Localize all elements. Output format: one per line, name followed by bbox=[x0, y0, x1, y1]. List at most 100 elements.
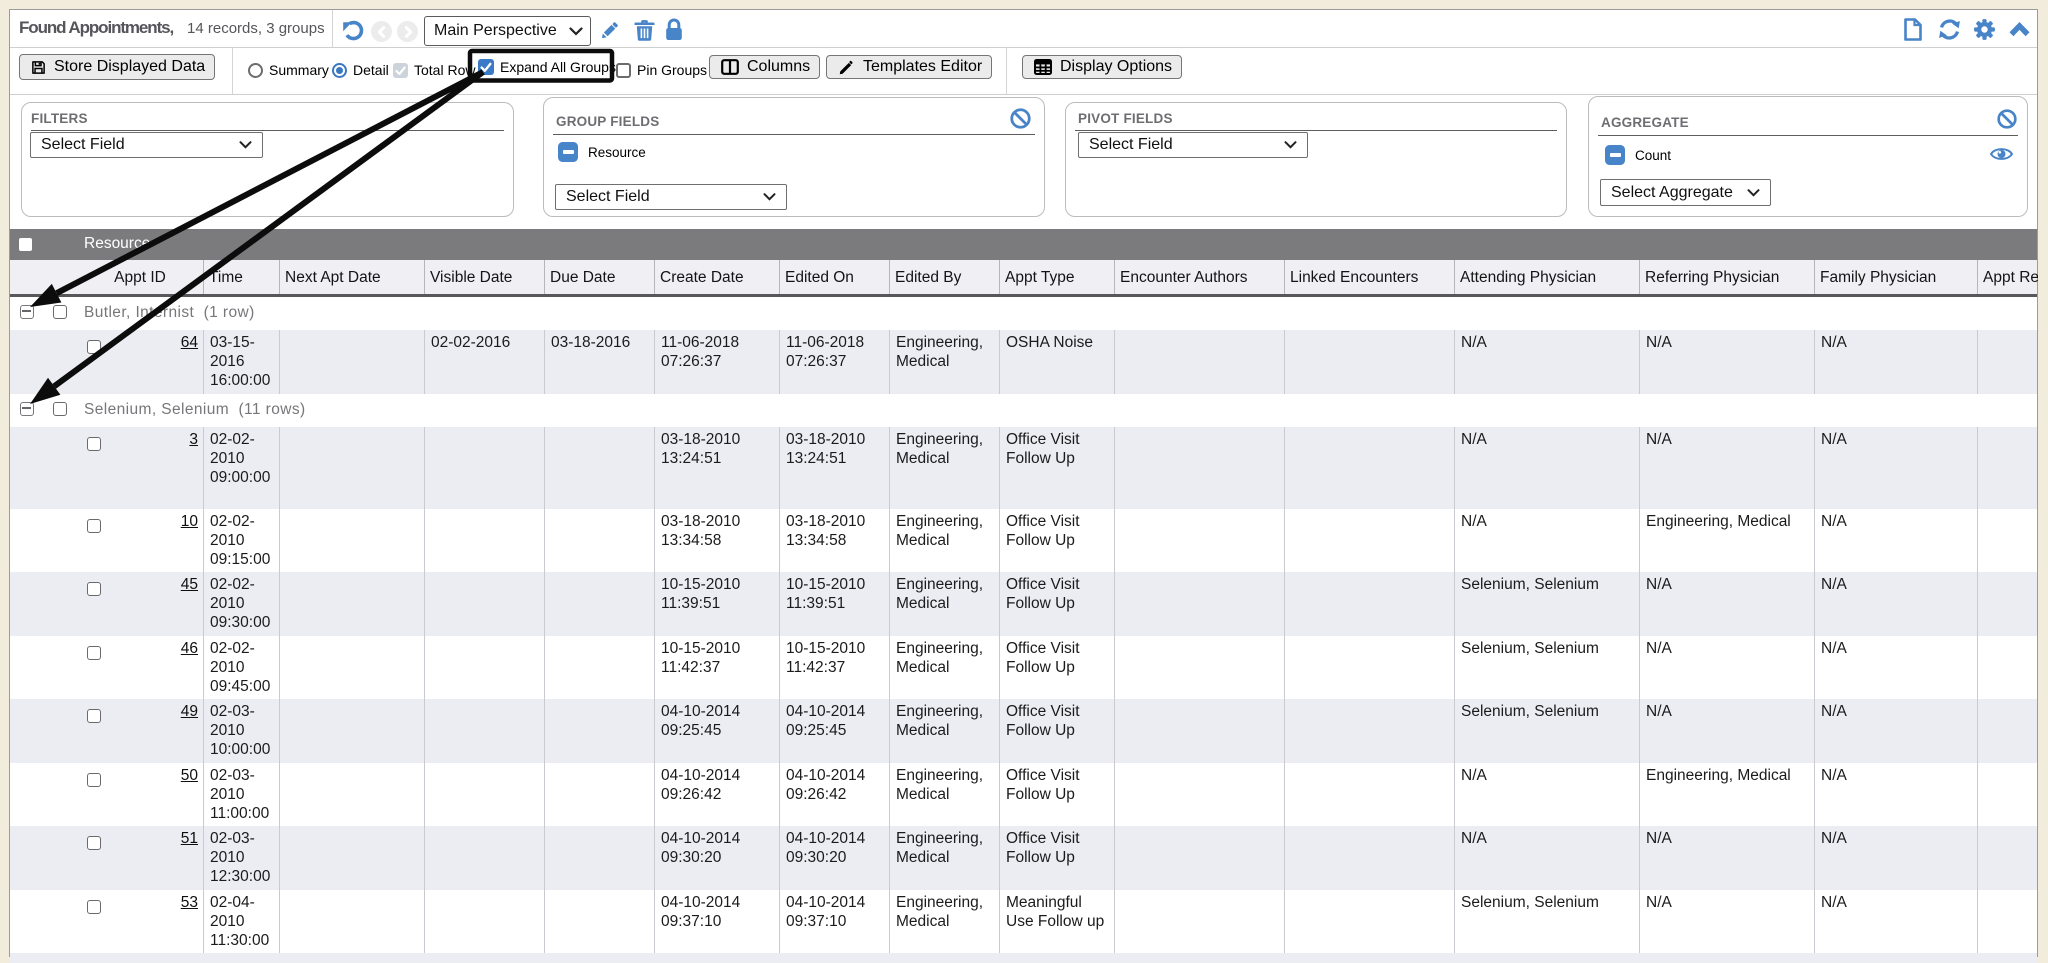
column-header-edited_by[interactable]: Edited By bbox=[890, 260, 1000, 294]
radio-selected-icon bbox=[332, 63, 347, 78]
refresh-icon[interactable] bbox=[1937, 17, 1962, 42]
row-checkbox[interactable] bbox=[87, 836, 101, 850]
cell-edited_by: Engineering, Medical bbox=[890, 763, 1000, 827]
store-displayed-data-button[interactable]: Store Displayed Data bbox=[19, 54, 215, 80]
save-floppy-icon bbox=[31, 60, 46, 75]
row-checkbox[interactable] bbox=[87, 646, 101, 660]
group-fields-panel: GROUP FIELDS Resource Select Field bbox=[543, 97, 1045, 217]
row-checkbox[interactable] bbox=[87, 340, 101, 354]
column-header-next_apt[interactable]: Next Apt Date bbox=[280, 260, 425, 294]
column-header-due[interactable]: Due Date bbox=[545, 260, 655, 294]
perspective-select[interactable]: Main Perspective bbox=[424, 16, 591, 46]
aggregate-select[interactable]: Select Aggregate bbox=[1600, 179, 1771, 206]
cell-referring: Engineering, Medical bbox=[1640, 509, 1815, 573]
total-row-checkbox[interactable]: Total Row bbox=[393, 62, 475, 78]
column-header-created[interactable]: Create Date bbox=[655, 260, 780, 294]
undo-icon[interactable] bbox=[341, 18, 365, 42]
appointment-id-link[interactable]: 50 bbox=[181, 767, 198, 784]
column-header-time[interactable]: Time bbox=[204, 260, 280, 294]
appointment-id-link[interactable]: 10 bbox=[181, 513, 198, 530]
cell-created: 03-18-2010 13:34:58 bbox=[655, 509, 780, 573]
lock-perspective-icon[interactable] bbox=[663, 18, 685, 42]
group-checkbox[interactable] bbox=[53, 305, 67, 319]
cell-id: 51 bbox=[10, 826, 204, 890]
select-all-groups-checkbox[interactable] bbox=[19, 238, 32, 251]
filters-select-field[interactable]: Select Field bbox=[30, 132, 263, 158]
title-divider bbox=[332, 10, 333, 47]
appointment-id-link[interactable]: 3 bbox=[189, 431, 198, 448]
cell-family: N/A bbox=[1815, 699, 1978, 763]
cell-visible bbox=[425, 890, 545, 954]
cell-reminder bbox=[1978, 330, 2038, 394]
column-header-family[interactable]: Family Physician bbox=[1815, 260, 1978, 294]
cell-linked bbox=[1285, 826, 1455, 890]
cell-type: Office Visit Follow Up bbox=[1000, 636, 1115, 700]
collapse-group-icon[interactable] bbox=[20, 305, 34, 319]
cell-attending: N/A bbox=[1455, 330, 1640, 394]
edit-perspective-pencil-icon[interactable] bbox=[598, 19, 621, 42]
cell-id: 45 bbox=[10, 572, 204, 636]
column-header-id[interactable]: Appt ID bbox=[10, 260, 204, 294]
column-header-type[interactable]: Appt Type bbox=[1000, 260, 1115, 294]
collapse-chevron-up-icon[interactable] bbox=[2008, 20, 2031, 38]
pivot-fields-select-field[interactable]: Select Field bbox=[1078, 132, 1308, 158]
group-fields-select-field[interactable]: Select Field bbox=[555, 184, 787, 210]
summary-radio[interactable]: Summary bbox=[248, 62, 329, 78]
cell-due bbox=[545, 427, 655, 509]
cell-attending: Selenium, Selenium bbox=[1455, 890, 1640, 954]
column-header-attending[interactable]: Attending Physician bbox=[1455, 260, 1640, 294]
column-header-edited_on[interactable]: Edited On bbox=[780, 260, 890, 294]
templates-editor-button[interactable]: Templates Editor bbox=[826, 55, 992, 79]
expand-all-groups-checkbox[interactable]: Expand All Groups bbox=[478, 59, 616, 75]
remove-aggregate-minus-icon[interactable] bbox=[1605, 145, 1625, 165]
cell-attending: Selenium, Selenium bbox=[1455, 572, 1640, 636]
new-document-icon[interactable] bbox=[1901, 17, 1925, 42]
pin-groups-checkbox[interactable]: Pin Groups bbox=[616, 62, 707, 78]
appointment-id-link[interactable]: 45 bbox=[181, 576, 198, 593]
appointment-id-link[interactable]: 51 bbox=[181, 830, 198, 847]
row-checkbox[interactable] bbox=[87, 709, 101, 723]
row-checkbox[interactable] bbox=[87, 582, 101, 596]
visibility-eye-icon[interactable] bbox=[1989, 145, 2014, 163]
row-checkbox[interactable] bbox=[87, 773, 101, 787]
delete-perspective-trash-icon[interactable] bbox=[633, 18, 656, 42]
settings-gear-icon[interactable] bbox=[1972, 17, 1997, 42]
pivot-fields-underline bbox=[1075, 130, 1557, 131]
cell-time: 02-02-2010 09:00:00 bbox=[204, 427, 280, 509]
row-checkbox[interactable] bbox=[87, 437, 101, 451]
row-checkbox[interactable] bbox=[87, 900, 101, 914]
cell-edited_on: 11-06-2018 07:26:37 bbox=[780, 330, 890, 394]
next-row-partial bbox=[10, 953, 2037, 963]
appointment-id-link[interactable]: 53 bbox=[181, 894, 198, 911]
clear-aggregate-ban-icon[interactable] bbox=[1997, 109, 2017, 129]
column-header-visible[interactable]: Visible Date bbox=[425, 260, 545, 294]
display-options-button[interactable]: Display Options bbox=[1022, 55, 1182, 79]
filters-panel-title: FILTERS bbox=[31, 111, 88, 126]
row-checkbox[interactable] bbox=[87, 519, 101, 533]
cell-referring: N/A bbox=[1640, 572, 1815, 636]
group-fields-panel-title: GROUP FIELDS bbox=[556, 114, 659, 129]
history-forward-button[interactable] bbox=[397, 21, 418, 42]
column-header-enc_authors[interactable]: Encounter Authors bbox=[1115, 260, 1285, 294]
clear-group-fields-ban-icon[interactable] bbox=[1010, 108, 1031, 129]
detail-radio[interactable]: Detail bbox=[332, 62, 389, 78]
appointment-id-link[interactable]: 46 bbox=[181, 640, 198, 657]
appointment-id-link[interactable]: 49 bbox=[181, 703, 198, 720]
history-back-button[interactable] bbox=[371, 21, 392, 42]
appointment-id-link[interactable]: 64 bbox=[181, 334, 198, 351]
cell-referring: N/A bbox=[1640, 427, 1815, 509]
column-header-linked[interactable]: Linked Encounters bbox=[1285, 260, 1455, 294]
cell-reminder bbox=[1978, 699, 2038, 763]
group-header-row: Selenium, Selenium (11 rows) bbox=[10, 394, 2037, 428]
group-checkbox[interactable] bbox=[53, 402, 67, 416]
aggregate-underline bbox=[1598, 135, 2018, 136]
cell-reminder bbox=[1978, 890, 2038, 954]
remove-group-field-minus-icon[interactable] bbox=[558, 142, 578, 162]
column-header-reminder[interactable]: Appt Re bbox=[1978, 260, 2038, 294]
column-header-referring[interactable]: Referring Physician bbox=[1640, 260, 1815, 294]
appointment-row: 5002-03-2010 11:00:0004-10-2014 09:26:42… bbox=[10, 763, 2037, 827]
cell-time: 02-02-2010 09:45:00 bbox=[204, 636, 280, 700]
cell-reminder bbox=[1978, 826, 2038, 890]
collapse-group-icon[interactable] bbox=[20, 402, 34, 416]
columns-button[interactable]: Columns bbox=[709, 55, 820, 79]
